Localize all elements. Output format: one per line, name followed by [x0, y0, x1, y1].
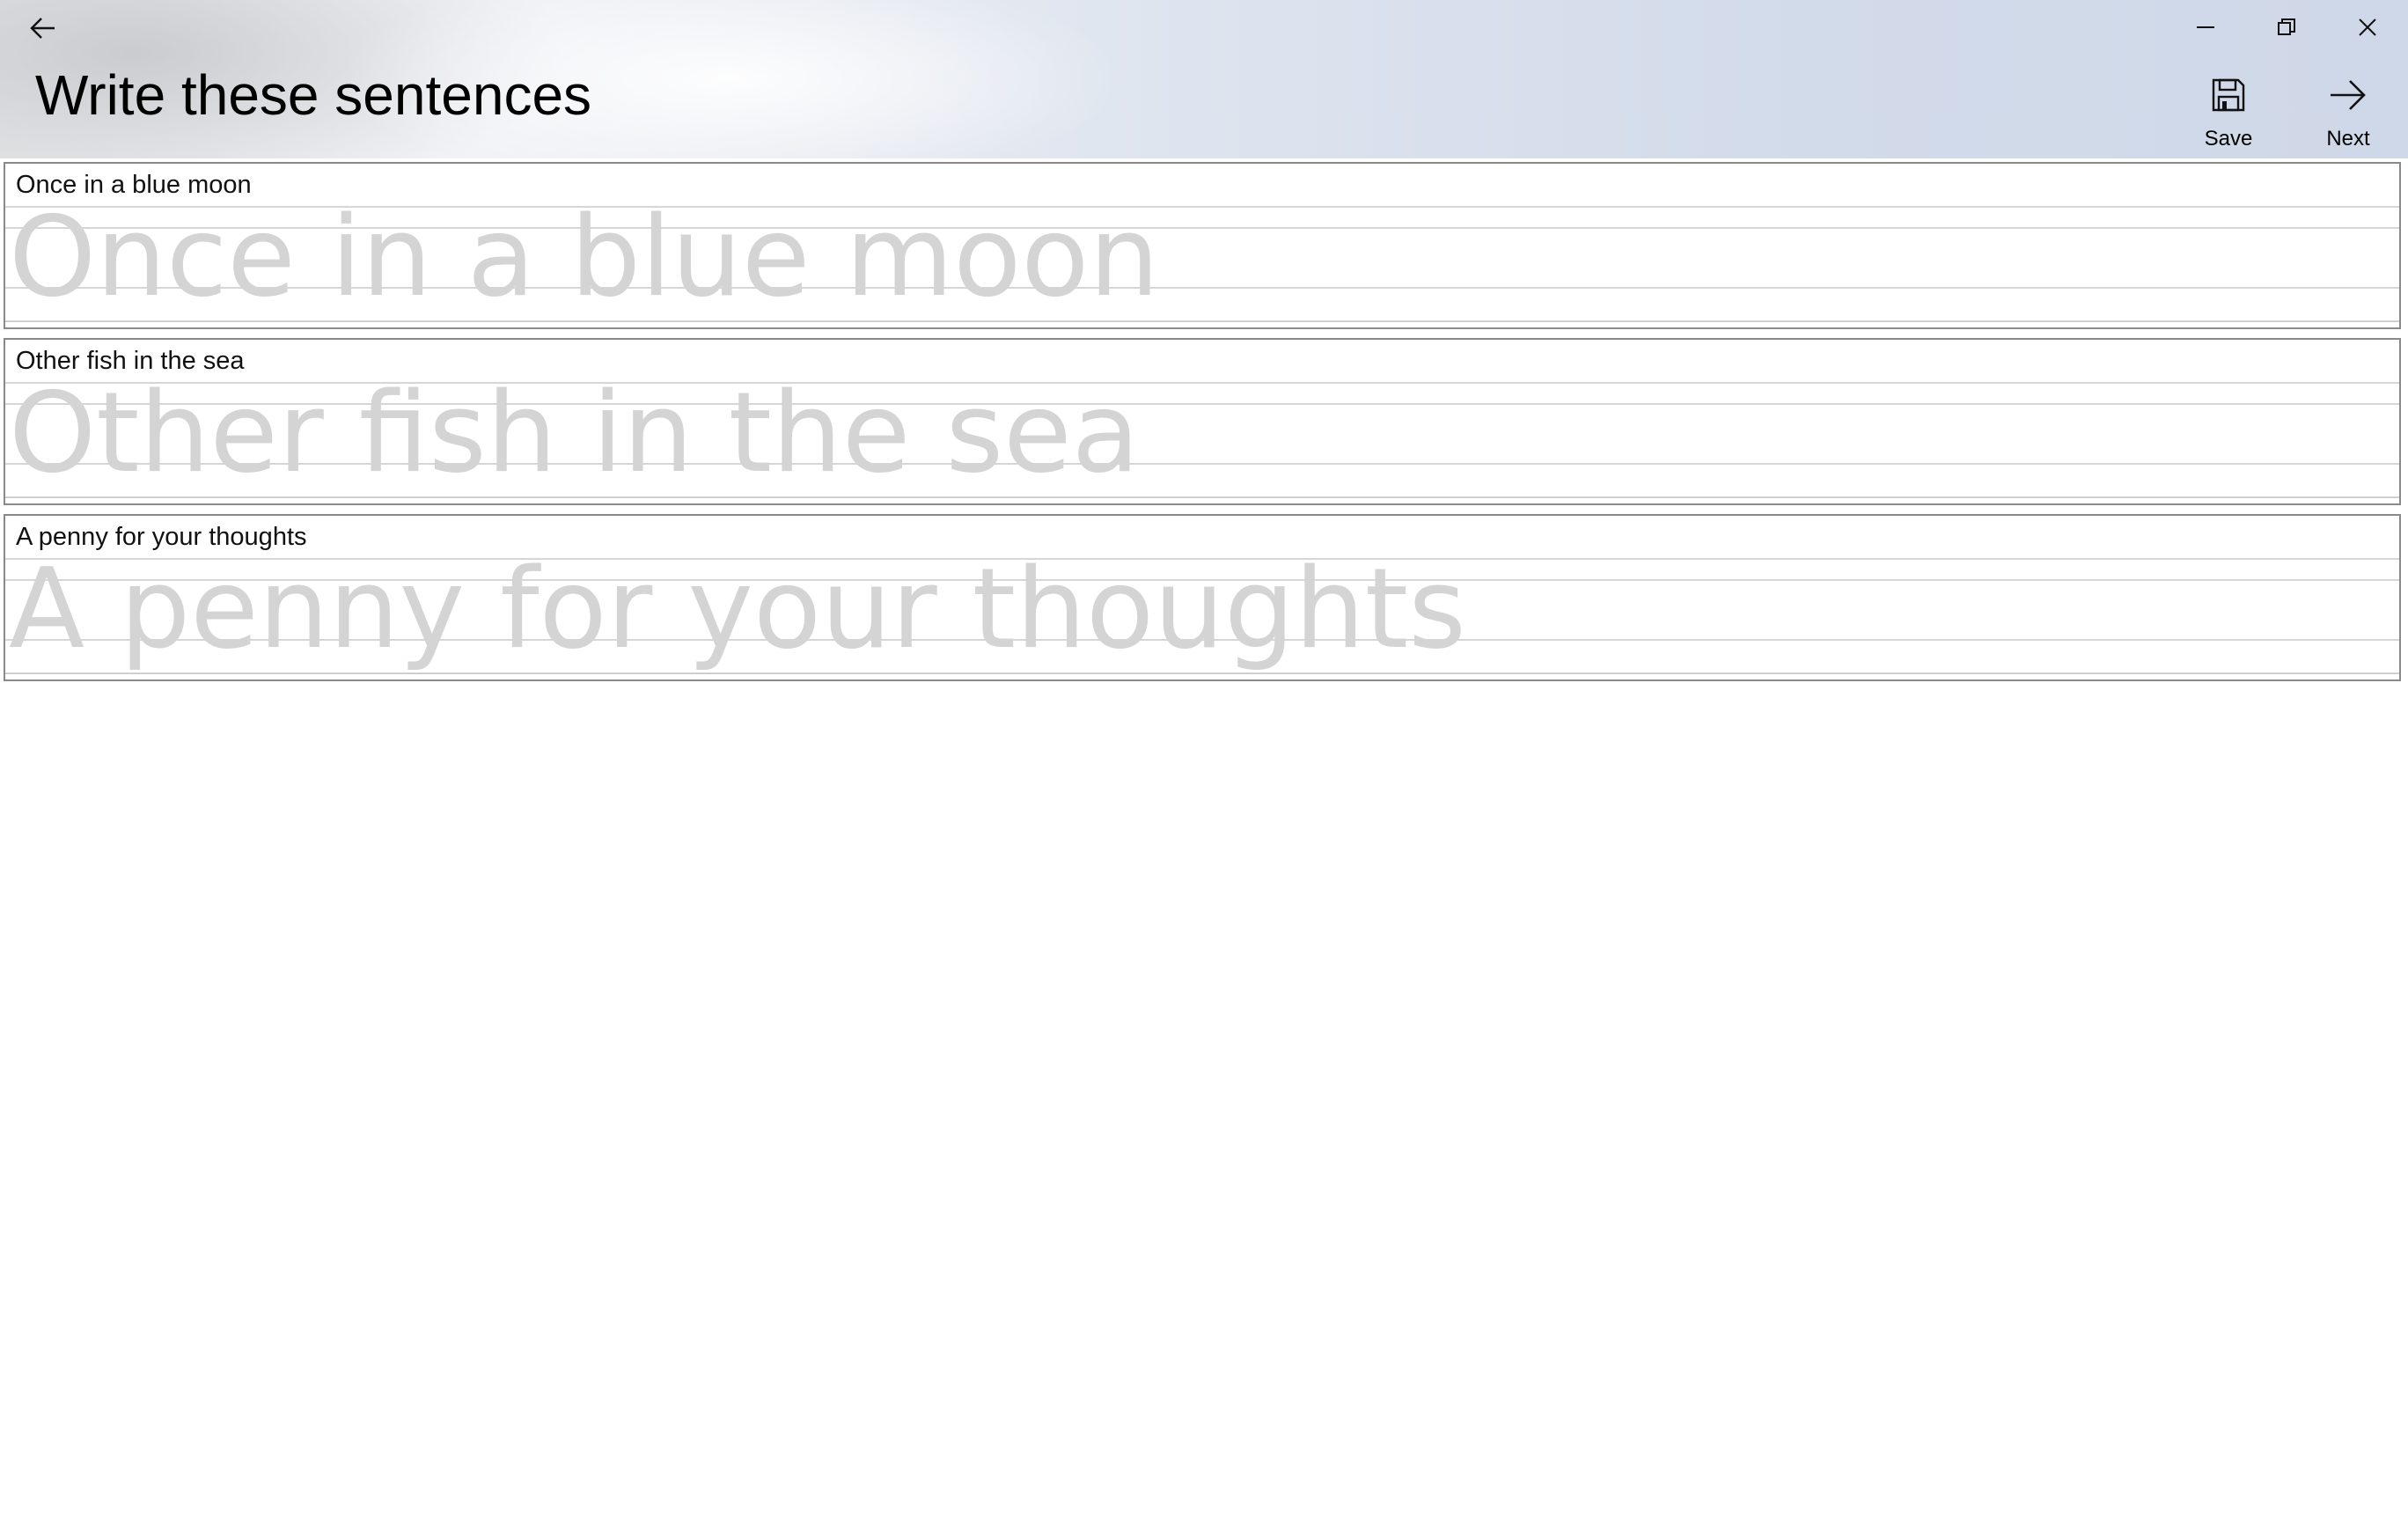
close-icon — [2359, 18, 2376, 36]
close-button[interactable] — [2327, 0, 2408, 55]
restore-icon — [2278, 18, 2295, 35]
guide-line — [5, 496, 2399, 498]
sentence-card-3: A penny for your thoughts A penny for yo… — [4, 514, 2401, 681]
minimize-icon — [2197, 26, 2214, 28]
guide-line — [5, 672, 2399, 674]
floppy-disk-icon — [2212, 78, 2245, 112]
guide-line — [5, 320, 2399, 322]
sentence-card-1: Once in a blue moon Once in a blue moon — [4, 162, 2401, 329]
handwriting-canvas[interactable] — [5, 164, 2399, 327]
title-bar: Write these sentences Save Next — [0, 0, 2408, 158]
save-label: Save — [2204, 127, 2253, 151]
arrow-right-icon — [2331, 80, 2366, 110]
next-button[interactable]: Next — [2295, 70, 2401, 155]
maximize-button[interactable] — [2246, 0, 2327, 55]
back-arrow-icon — [30, 18, 55, 39]
minimize-button[interactable] — [2165, 0, 2246, 55]
page-title: Write these sentences — [35, 63, 592, 127]
save-button[interactable]: Save — [2176, 70, 2281, 155]
next-label: Next — [2326, 127, 2370, 151]
handwriting-canvas[interactable] — [5, 340, 2399, 503]
handwriting-canvas[interactable] — [5, 516, 2399, 679]
back-button[interactable] — [16, 5, 70, 51]
sentence-card-2: Other fish in the sea Other fish in the … — [4, 338, 2401, 505]
